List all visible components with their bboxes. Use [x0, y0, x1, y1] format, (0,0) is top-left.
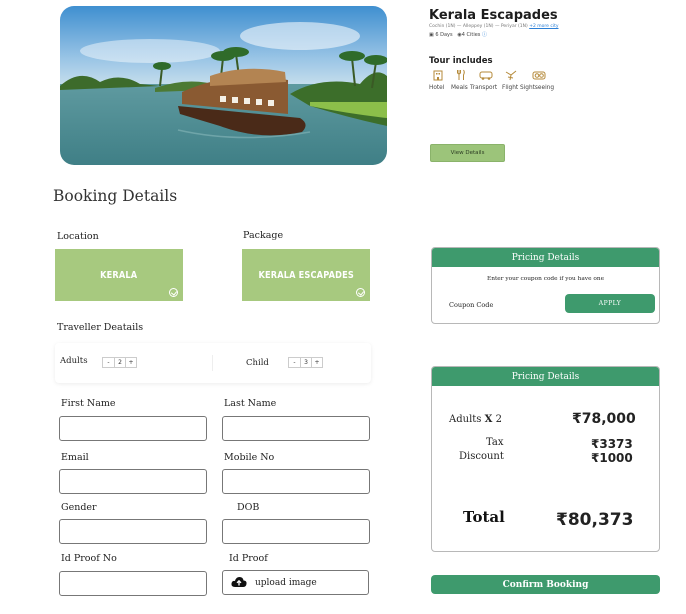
- cloud-upload-icon: [231, 573, 247, 592]
- location-label: Location: [57, 231, 99, 242]
- tour-cities: 4 Cities: [461, 32, 481, 38]
- id-proof-label: Id Proof: [229, 553, 268, 564]
- tax-label: Tax: [486, 437, 504, 448]
- dob-input[interactable]: [222, 519, 370, 544]
- adults-price-qty: 2: [495, 414, 502, 425]
- discount-amount: ₹1000: [591, 451, 633, 465]
- adults-minus-button[interactable]: -: [103, 358, 114, 367]
- calendar-icon: ▣: [429, 32, 434, 38]
- meals-icon: [454, 68, 468, 82]
- child-label: Child: [246, 358, 269, 368]
- adults-count: 2: [114, 358, 125, 367]
- last-name-label: Last Name: [224, 398, 277, 409]
- total-label: Total: [463, 508, 505, 526]
- mobile-input[interactable]: [222, 469, 370, 494]
- last-name-input[interactable]: [222, 416, 370, 441]
- tour-meta: ▣ 6 Days ◉4 Cities ⓘ: [429, 31, 487, 38]
- pricing-card-title: Pricing Details: [432, 367, 659, 386]
- tour-title: Kerala Escapades: [429, 8, 558, 23]
- include-label-sightseeing: Sightseeing: [520, 85, 555, 91]
- child-stepper[interactable]: - 3 +: [288, 357, 323, 368]
- child-count: 3: [300, 358, 311, 367]
- include-label-flight: Flight: [502, 85, 519, 91]
- gender-label: Gender: [61, 502, 97, 513]
- adults-price-label: Adults X 2: [449, 414, 502, 425]
- coupon-hint: Enter your coupon code if you have one: [487, 276, 604, 282]
- transport-icon: [479, 68, 493, 82]
- package-label: Package: [243, 230, 284, 241]
- tour-days: 6 Days: [435, 32, 453, 38]
- coupon-card-title: Pricing Details: [432, 248, 659, 267]
- child-minus-button[interactable]: -: [289, 358, 300, 367]
- upload-image-label: upload image: [255, 577, 317, 588]
- tour-includes-title: Tour includes: [429, 56, 493, 66]
- coupon-code-label: Coupon Code: [449, 301, 494, 309]
- total-amount: ₹80,373: [556, 510, 634, 530]
- upload-image-button[interactable]: upload image: [222, 570, 369, 595]
- sightseeing-icon: [532, 68, 546, 82]
- package-value: KERALA ESCAPADES: [258, 269, 354, 281]
- booking-title: Booking Details: [53, 187, 178, 205]
- include-label-meals: Meals: [451, 85, 468, 91]
- email-input[interactable]: [59, 469, 207, 494]
- apply-coupon-button[interactable]: APPLY: [565, 294, 655, 313]
- check-circle-icon: [169, 288, 178, 297]
- adults-plus-button[interactable]: +: [125, 358, 136, 367]
- tour-hero-image: [60, 6, 387, 165]
- discount-label: Discount: [459, 451, 504, 462]
- hotel-icon: [431, 68, 445, 82]
- times-sign: X: [484, 414, 493, 425]
- confirm-booking-button[interactable]: Confirm Booking: [431, 575, 660, 594]
- tour-route-text: Cochin (1N) — Alleppey (1N) — Periyar (1…: [429, 24, 530, 29]
- email-label: Email: [61, 452, 89, 463]
- package-tile[interactable]: KERALA ESCAPADES: [242, 249, 370, 301]
- tax-amount: ₹3373: [591, 437, 633, 451]
- id-proof-no-label: Id Proof No: [61, 553, 117, 564]
- include-label-hotel: Hotel: [429, 85, 445, 91]
- mobile-label: Mobile No: [224, 452, 275, 463]
- adults-stepper[interactable]: - 2 +: [102, 357, 137, 368]
- gender-input[interactable]: [59, 519, 207, 544]
- adults-label: Adults: [60, 356, 88, 366]
- id-proof-no-input[interactable]: [59, 571, 207, 596]
- first-name-input[interactable]: [59, 416, 207, 441]
- view-details-button[interactable]: View Details: [430, 144, 505, 162]
- location-value: KERALA: [100, 269, 138, 281]
- check-circle-icon: [356, 288, 365, 297]
- traveller-details-label: Traveller Deatails: [57, 322, 144, 333]
- flight-icon: [504, 68, 518, 82]
- first-name-label: First Name: [61, 398, 116, 409]
- dob-label: DOB: [237, 502, 260, 513]
- traveller-divider: [212, 355, 213, 371]
- more-cities-link[interactable]: +2 more city: [529, 24, 558, 29]
- info-icon[interactable]: ⓘ: [482, 32, 487, 38]
- adults-price-amount: ₹78,000: [572, 411, 636, 427]
- include-label-transport: Transport: [470, 85, 498, 91]
- child-plus-button[interactable]: +: [311, 358, 322, 367]
- adults-price-label-text: Adults: [449, 414, 482, 425]
- location-tile[interactable]: KERALA: [55, 249, 183, 301]
- tour-route: Cochin (1N) — Alleppey (1N) — Periyar (1…: [429, 24, 559, 29]
